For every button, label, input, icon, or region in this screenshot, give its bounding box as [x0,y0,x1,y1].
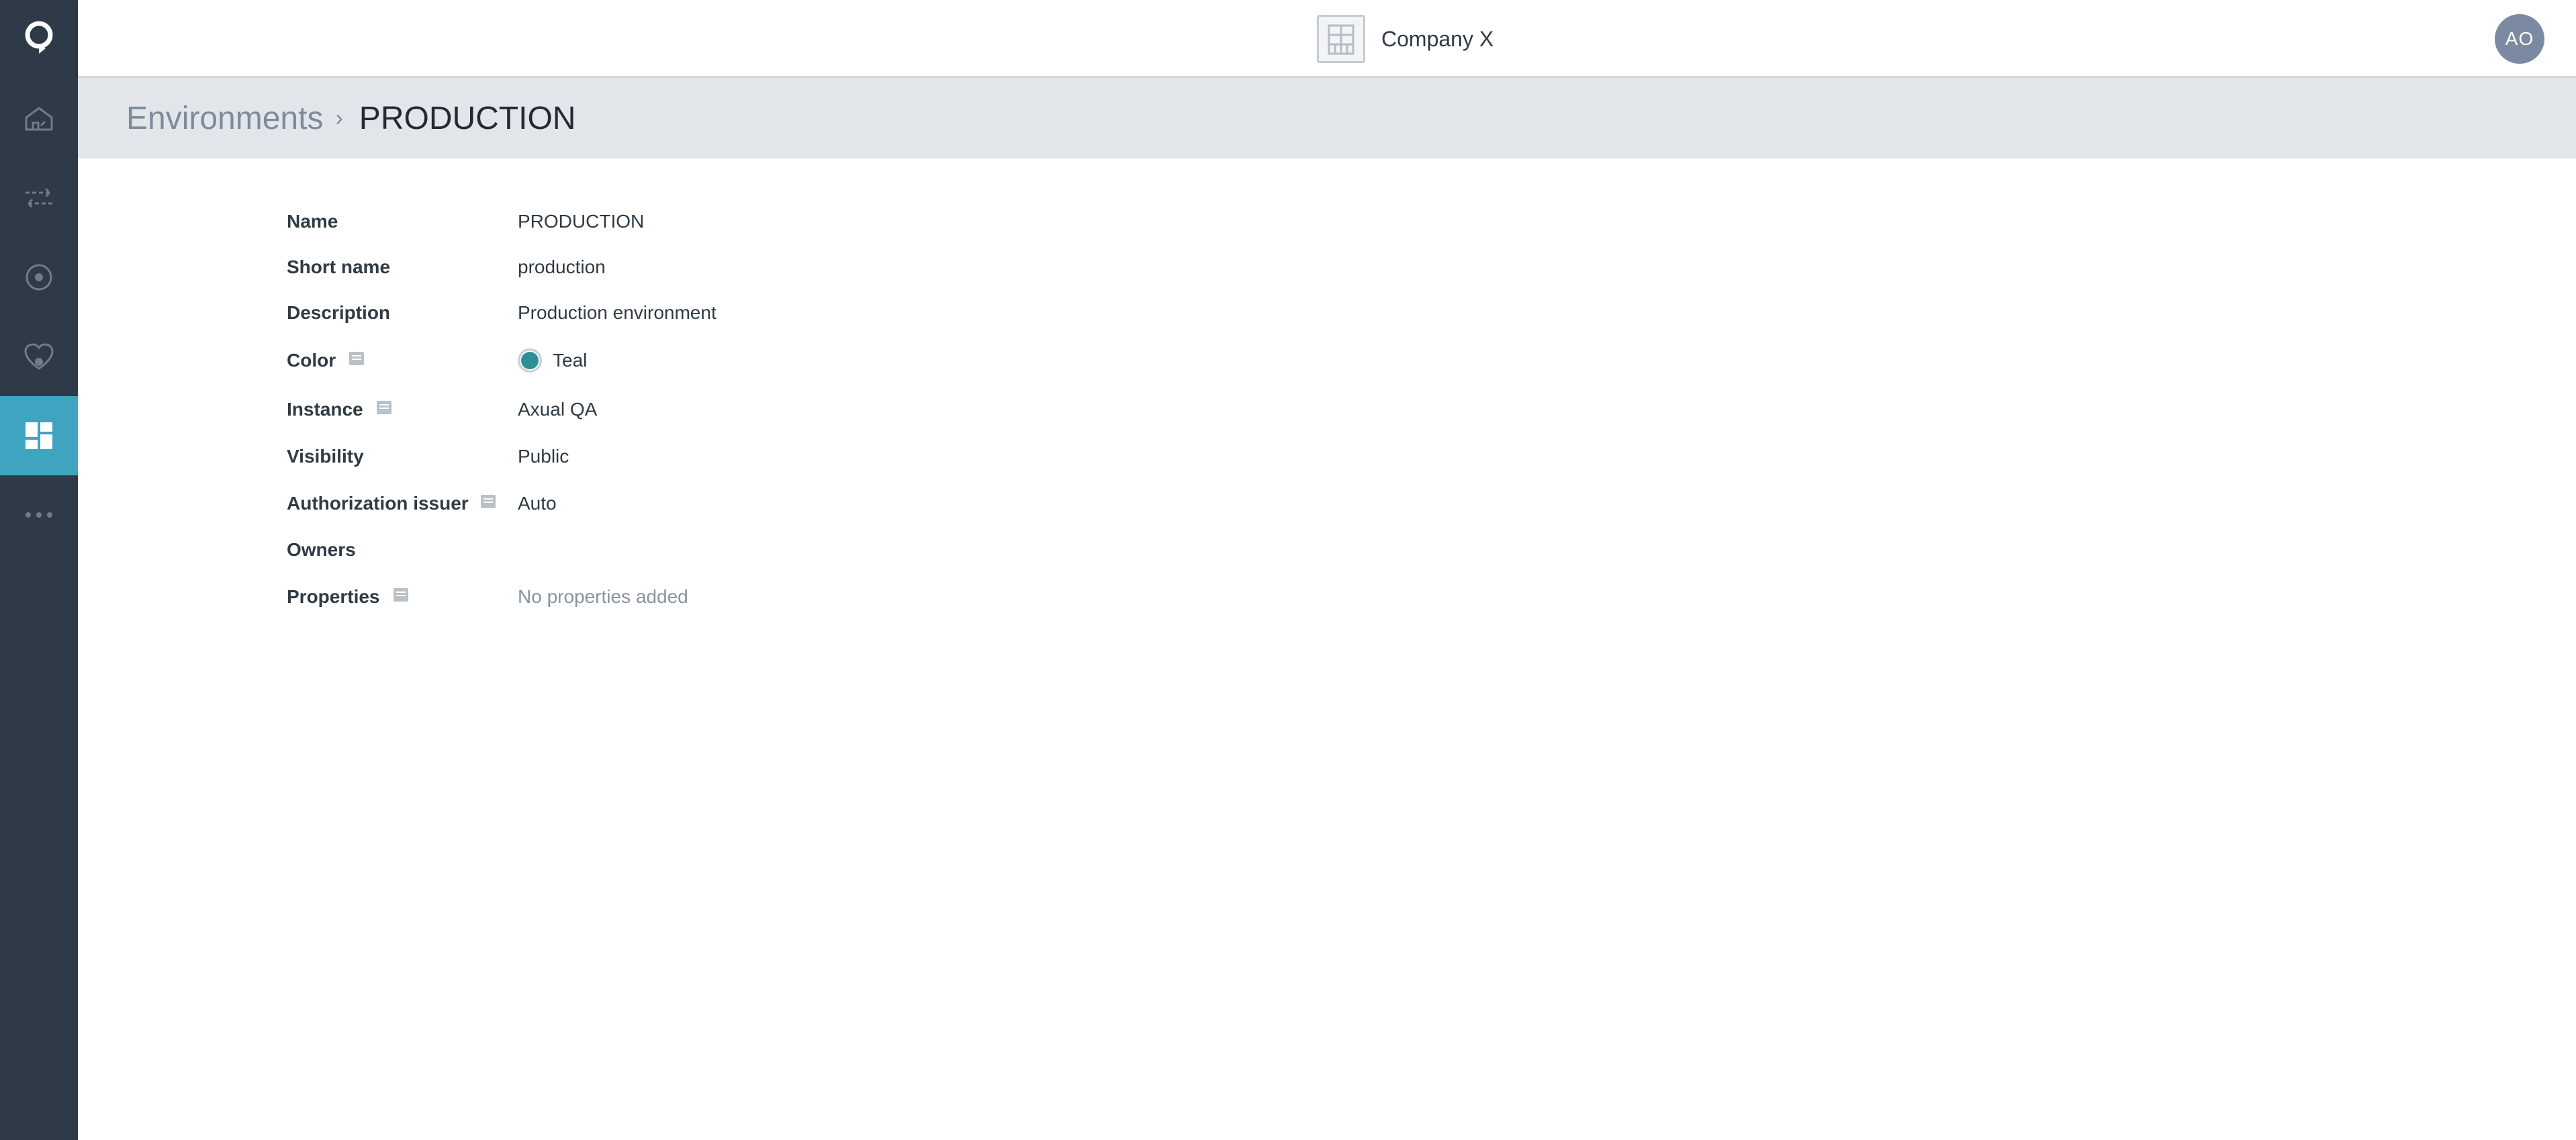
short-name-value: production [518,256,606,277]
detail-row-color: Color Teal [287,336,717,385]
name-label-text: Name [287,211,338,232]
breadcrumb-separator: › [335,105,343,131]
color-value: Teal [518,348,587,373]
color-value-text: Teal [553,350,588,371]
description-value: Production environment [518,302,717,323]
name-label: Name [287,211,518,232]
color-label: Color [287,350,518,371]
breadcrumb-bar: Environments › PRODUCTION [78,78,2576,158]
building-icon [1317,15,1365,63]
name-value: PRODUCTION [518,211,645,232]
detail-row-authorization-issuer: Authorization issuer Auto [287,479,717,528]
instance-label-text: Instance [287,399,363,420]
target-icon [24,263,54,292]
detail-row-properties: Properties No properties added [287,572,717,622]
color-label-text: Color [287,350,336,371]
description-label-text: Description [287,302,391,323]
sidebar-item-streams[interactable] [0,158,78,238]
avatar[interactable]: AO [2495,14,2544,64]
detail-row-instance: Instance Axual QA [287,385,717,434]
q-logo-icon[interactable] [0,0,78,75]
home-icon [24,105,54,132]
top-bar: Company X AO [78,0,2576,78]
detail-row-owners: Owners [287,528,717,572]
heart-link-icon [23,342,55,371]
sidebar [0,0,78,1140]
authorization-issuer-label-text: Authorization issuer [287,493,469,514]
ellipsis-icon [24,511,54,519]
short-name-label-text: Short name [287,256,391,277]
detail-row-visibility: Visibility Public [287,434,717,479]
instance-value: Axual QA [518,399,598,420]
properties-label-text: Properties [287,586,380,607]
description-label: Description [287,302,518,324]
environment-details: Name PRODUCTION Short name production De… [287,199,717,622]
sidebar-item-environments[interactable] [0,396,78,475]
info-note-icon[interactable] [479,493,497,514]
owners-label-text: Owners [287,539,356,560]
sidebar-item-home[interactable] [0,79,78,158]
short-name-label: Short name [287,256,518,278]
breadcrumb: Environments › PRODUCTION [126,78,576,158]
properties-label: Properties [287,586,518,608]
page-title: PRODUCTION [359,100,576,136]
visibility-value: Public [518,446,569,467]
visibility-label-text: Visibility [287,446,364,467]
company-switcher[interactable]: Company X [1317,15,1493,63]
properties-value: No properties added [518,586,688,607]
company-name: Company X [1381,26,1494,51]
visibility-label: Visibility [287,446,518,467]
instance-label: Instance [287,399,518,420]
sidebar-item-applications[interactable] [0,238,78,317]
info-note-icon[interactable] [392,586,410,608]
owners-label: Owners [287,539,518,561]
info-note-icon[interactable] [348,350,365,371]
color-swatch [518,348,542,373]
arrows-exchange-icon [23,185,55,211]
detail-row-name: Name PRODUCTION [287,199,717,244]
detail-row-short-name: Short name production [287,244,717,290]
dashboard-grid-icon [24,421,54,450]
breadcrumb-environments-link[interactable]: Environments [126,100,323,137]
detail-row-description: Description Production environment [287,290,717,336]
authorization-issuer-value: Auto [518,493,557,514]
sidebar-item-more[interactable] [0,475,78,555]
info-note-icon[interactable] [375,399,393,420]
authorization-issuer-label: Authorization issuer [287,493,518,514]
sidebar-item-integrations[interactable] [0,317,78,396]
